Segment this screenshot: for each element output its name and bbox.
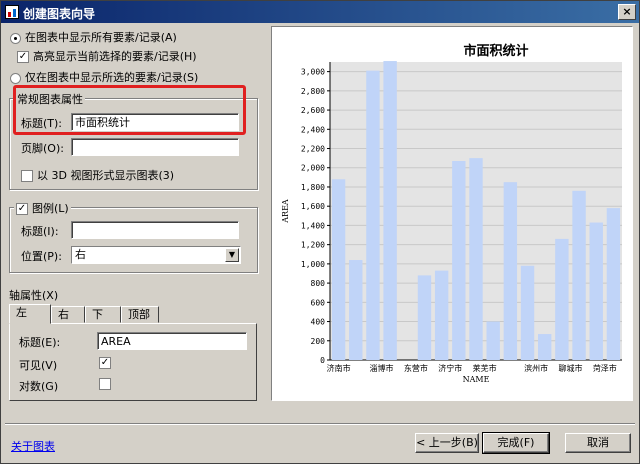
app-chart-icon bbox=[5, 5, 19, 19]
legend-title-input[interactable] bbox=[71, 221, 239, 239]
bar bbox=[589, 222, 603, 360]
x-tick-label: 济南市 bbox=[327, 363, 351, 373]
tab-axis-right[interactable]: 右 bbox=[51, 306, 85, 323]
y-tick-label: 1,600 bbox=[301, 202, 325, 211]
legend-checkbox-label: 图例(L) bbox=[32, 202, 69, 215]
chart-preview-panel: 市面积统计 0 200 400 600 800 1,000 1,200 1,400 1,600 1,… bbox=[271, 26, 633, 401]
back-button[interactable]: < 上一步(B) bbox=[415, 433, 479, 453]
bar bbox=[469, 158, 483, 360]
radio-show-all-indicator[interactable] bbox=[10, 32, 21, 44]
bar bbox=[417, 275, 432, 360]
bar bbox=[606, 208, 621, 360]
radio-show-all[interactable]: 在图表中显示所有要素/记录(A) bbox=[10, 29, 177, 45]
radio-show-all-label: 在图表中显示所有要素/记录(A) bbox=[25, 31, 177, 44]
legend-title-label: 标题(I): bbox=[21, 225, 59, 238]
y-tick-label: 2,000 bbox=[301, 164, 325, 173]
y-axis-title: AREA bbox=[281, 199, 290, 224]
x-tick-label: 济宁市 bbox=[438, 363, 462, 373]
y-tick-label: 1,000 bbox=[301, 260, 325, 269]
y-tick-label: 600 bbox=[311, 298, 326, 307]
tab-axis-left[interactable]: 左 bbox=[9, 304, 51, 324]
axis-visible-label: 可见(V) bbox=[19, 359, 58, 372]
checkbox-3d-view[interactable]: 以 3D 视图形式显示图表(3) bbox=[21, 167, 174, 183]
checkbox-highlight-label: 高亮显示当前选择的要素/记录(H) bbox=[33, 50, 197, 63]
checkbox-3d-box[interactable] bbox=[21, 170, 33, 182]
y-tick-label: 1,400 bbox=[301, 221, 325, 230]
bar bbox=[503, 182, 518, 360]
x-axis-title: NAME bbox=[463, 375, 490, 384]
x-tick-label: 莱芜市 bbox=[473, 363, 497, 373]
check-icon[interactable]: ✓ bbox=[17, 51, 29, 63]
axis-title-label: 标题(E): bbox=[19, 336, 61, 349]
highlight-annotation-box bbox=[13, 85, 246, 135]
y-tick-label: 200 bbox=[311, 337, 326, 346]
checkbox-3d-label: 以 3D 视图形式显示图表(3) bbox=[37, 169, 175, 182]
bar bbox=[349, 260, 363, 360]
chart-preview-svg: 市面积统计 0 200 400 600 800 1,000 1,200 1,400 1,600 1,… bbox=[281, 43, 622, 384]
chart-title: 市面积统计 bbox=[463, 43, 528, 59]
tab-axis-top[interactable]: 顶部 bbox=[121, 306, 159, 323]
axis-log-checkbox[interactable] bbox=[99, 378, 111, 390]
y-tick-label: 800 bbox=[311, 279, 326, 288]
x-tick-label: 聊城市 bbox=[558, 363, 582, 373]
bar bbox=[538, 334, 552, 360]
footer-separator bbox=[5, 423, 635, 425]
close-button[interactable]: × bbox=[618, 4, 636, 20]
radio-show-selected-indicator[interactable] bbox=[10, 72, 21, 84]
x-tick-label: 东营市 bbox=[404, 363, 428, 373]
legend-position-value: 右 bbox=[75, 248, 86, 261]
axis-properties-label: 轴属性(X) bbox=[9, 289, 59, 302]
chart-wizard-dialog: 创建图表向导 × 在图表中显示所有要素/记录(A) ✓ 高亮显示当前选择的要素/记… bbox=[0, 0, 640, 464]
bar bbox=[383, 61, 397, 361]
bar bbox=[331, 179, 346, 360]
y-tick-label: 1,800 bbox=[301, 183, 325, 192]
legend-position-label: 位置(P): bbox=[21, 250, 62, 263]
bar bbox=[520, 265, 535, 360]
x-tick-label: 菏泽市 bbox=[593, 363, 617, 373]
y-tick-label: 2,400 bbox=[301, 125, 325, 134]
legend-position-select[interactable]: 右 ▼ bbox=[71, 246, 241, 264]
bar bbox=[555, 238, 569, 360]
x-tick-label: 淄博市 bbox=[370, 363, 394, 373]
axis-log-label: 对数(G) bbox=[19, 380, 59, 393]
x-tick-label: 滨州市 bbox=[524, 363, 548, 373]
window-title: 创建图表向导 bbox=[23, 7, 96, 21]
legend-checkbox[interactable]: ✓ 图例(L) bbox=[14, 200, 71, 216]
y-tick-label: 3,000 bbox=[301, 68, 325, 77]
legend-check-icon[interactable]: ✓ bbox=[16, 203, 28, 215]
footer-input[interactable] bbox=[71, 138, 239, 156]
tab-axis-bottom[interactable]: 下 bbox=[85, 306, 121, 323]
bar bbox=[434, 270, 449, 360]
y-tick-label: 0 bbox=[320, 356, 325, 365]
y-tick-label: 2,800 bbox=[301, 87, 325, 96]
checkbox-highlight-selected[interactable]: ✓ 高亮显示当前选择的要素/记录(H) bbox=[17, 48, 197, 64]
y-tick-label: 2,600 bbox=[301, 106, 325, 115]
axis-visible-checkbox[interactable]: ✓ bbox=[99, 357, 111, 369]
y-tick-label: 2,200 bbox=[301, 145, 325, 154]
footer-label: 页脚(O): bbox=[21, 142, 64, 155]
radio-show-selected-only[interactable]: 仅在图表中显示所选的要素/记录(S) bbox=[10, 69, 198, 85]
y-tick-label: 1,200 bbox=[301, 241, 325, 250]
axis-title-input[interactable]: AREA bbox=[97, 332, 247, 350]
dropdown-arrow-icon[interactable]: ▼ bbox=[225, 248, 239, 262]
y-tick-label: 400 bbox=[311, 318, 326, 327]
radio-show-selected-label: 仅在图表中显示所选的要素/记录(S) bbox=[25, 71, 199, 84]
title-bar: 创建图表向导 × bbox=[1, 1, 639, 23]
bar bbox=[452, 161, 466, 360]
finish-button[interactable]: 完成(F) bbox=[482, 432, 550, 454]
bar bbox=[366, 70, 380, 360]
about-chart-link[interactable]: 关于图表 bbox=[11, 438, 55, 454]
cancel-button[interactable]: 取消 bbox=[565, 433, 631, 453]
bar bbox=[486, 321, 500, 360]
bar bbox=[572, 190, 586, 360]
